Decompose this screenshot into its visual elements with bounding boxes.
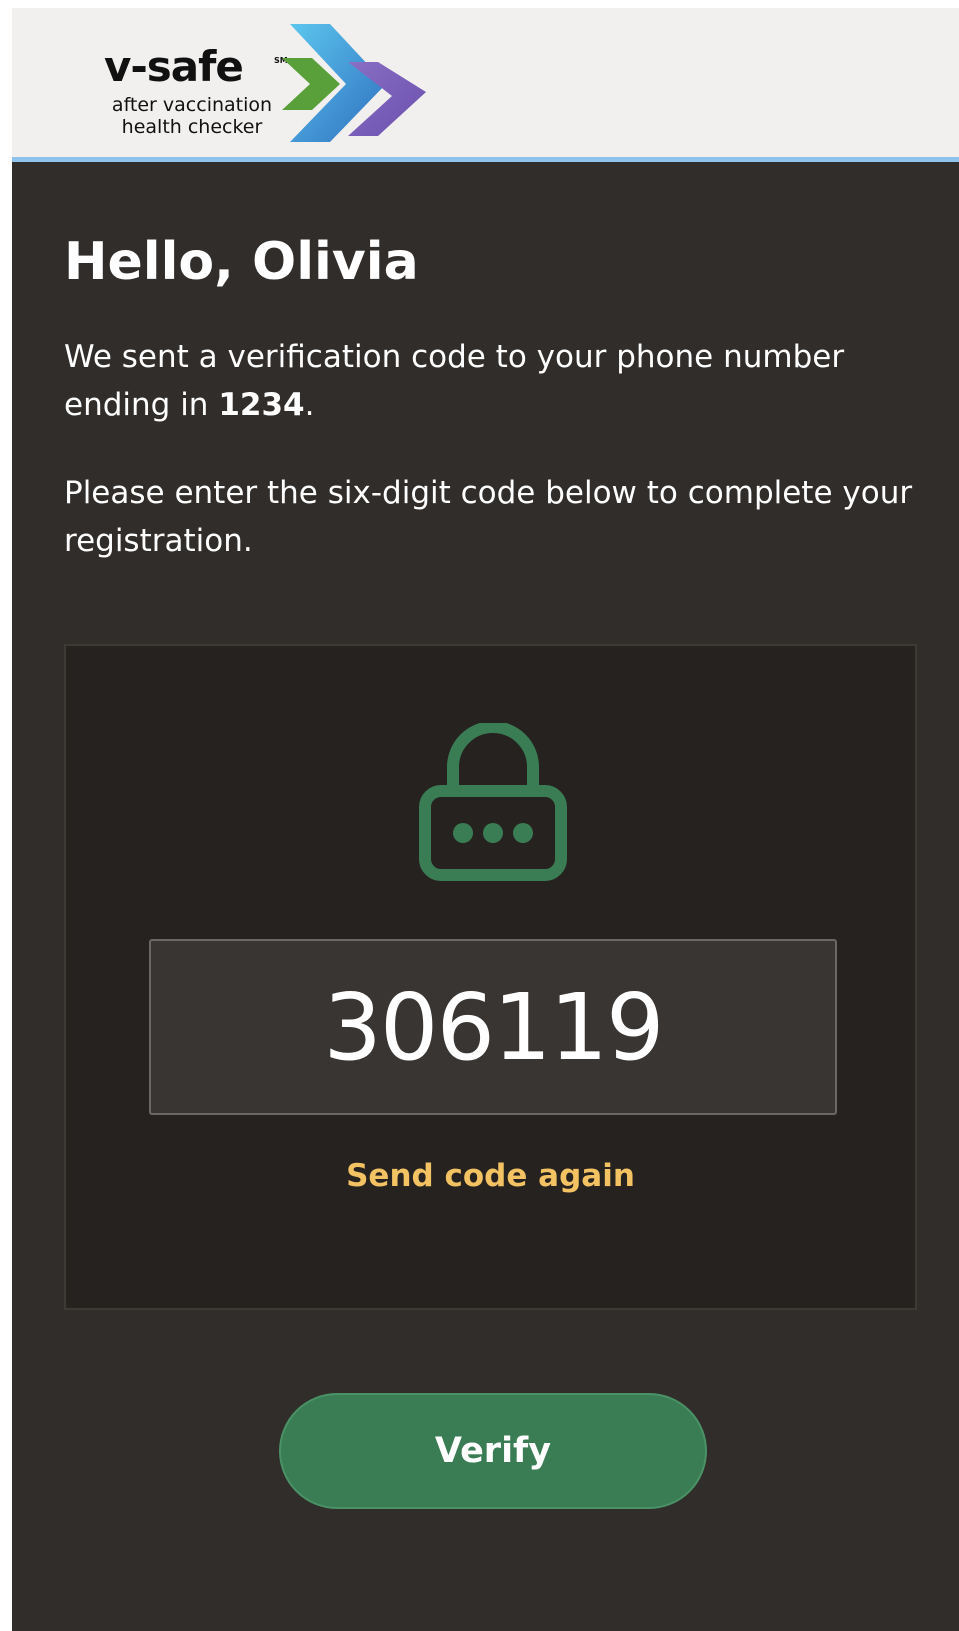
chevron-arrows-icon xyxy=(282,24,426,142)
verify-button[interactable]: Verify xyxy=(279,1393,707,1509)
app-frame: v-safe SM after vaccination health check… xyxy=(12,8,959,1631)
page-title: Hello, Olivia xyxy=(64,232,419,292)
logo-tagline-line2: health checker xyxy=(121,116,263,138)
message-suffix: . xyxy=(304,387,315,423)
logo-tagline-line1: after vaccination xyxy=(111,94,273,116)
send-code-again-link[interactable]: Send code again xyxy=(66,1158,915,1195)
instruction-text: Please enter the six-digit code below to… xyxy=(64,475,913,559)
verification-card: Send code again xyxy=(64,644,917,1310)
verification-message: We sent a verification code to your phon… xyxy=(64,333,924,429)
lock-icon xyxy=(419,723,567,881)
message-prefix: We sent a verification code to your phon… xyxy=(64,339,845,423)
v-safe-logo: v-safe SM after vaccination health check… xyxy=(104,24,464,144)
phone-last-digits: 1234 xyxy=(218,387,305,423)
verification-code-input[interactable] xyxy=(149,939,837,1115)
header-bar: v-safe SM after vaccination health check… xyxy=(12,8,959,162)
logo-wordmark: v-safe xyxy=(104,42,244,91)
